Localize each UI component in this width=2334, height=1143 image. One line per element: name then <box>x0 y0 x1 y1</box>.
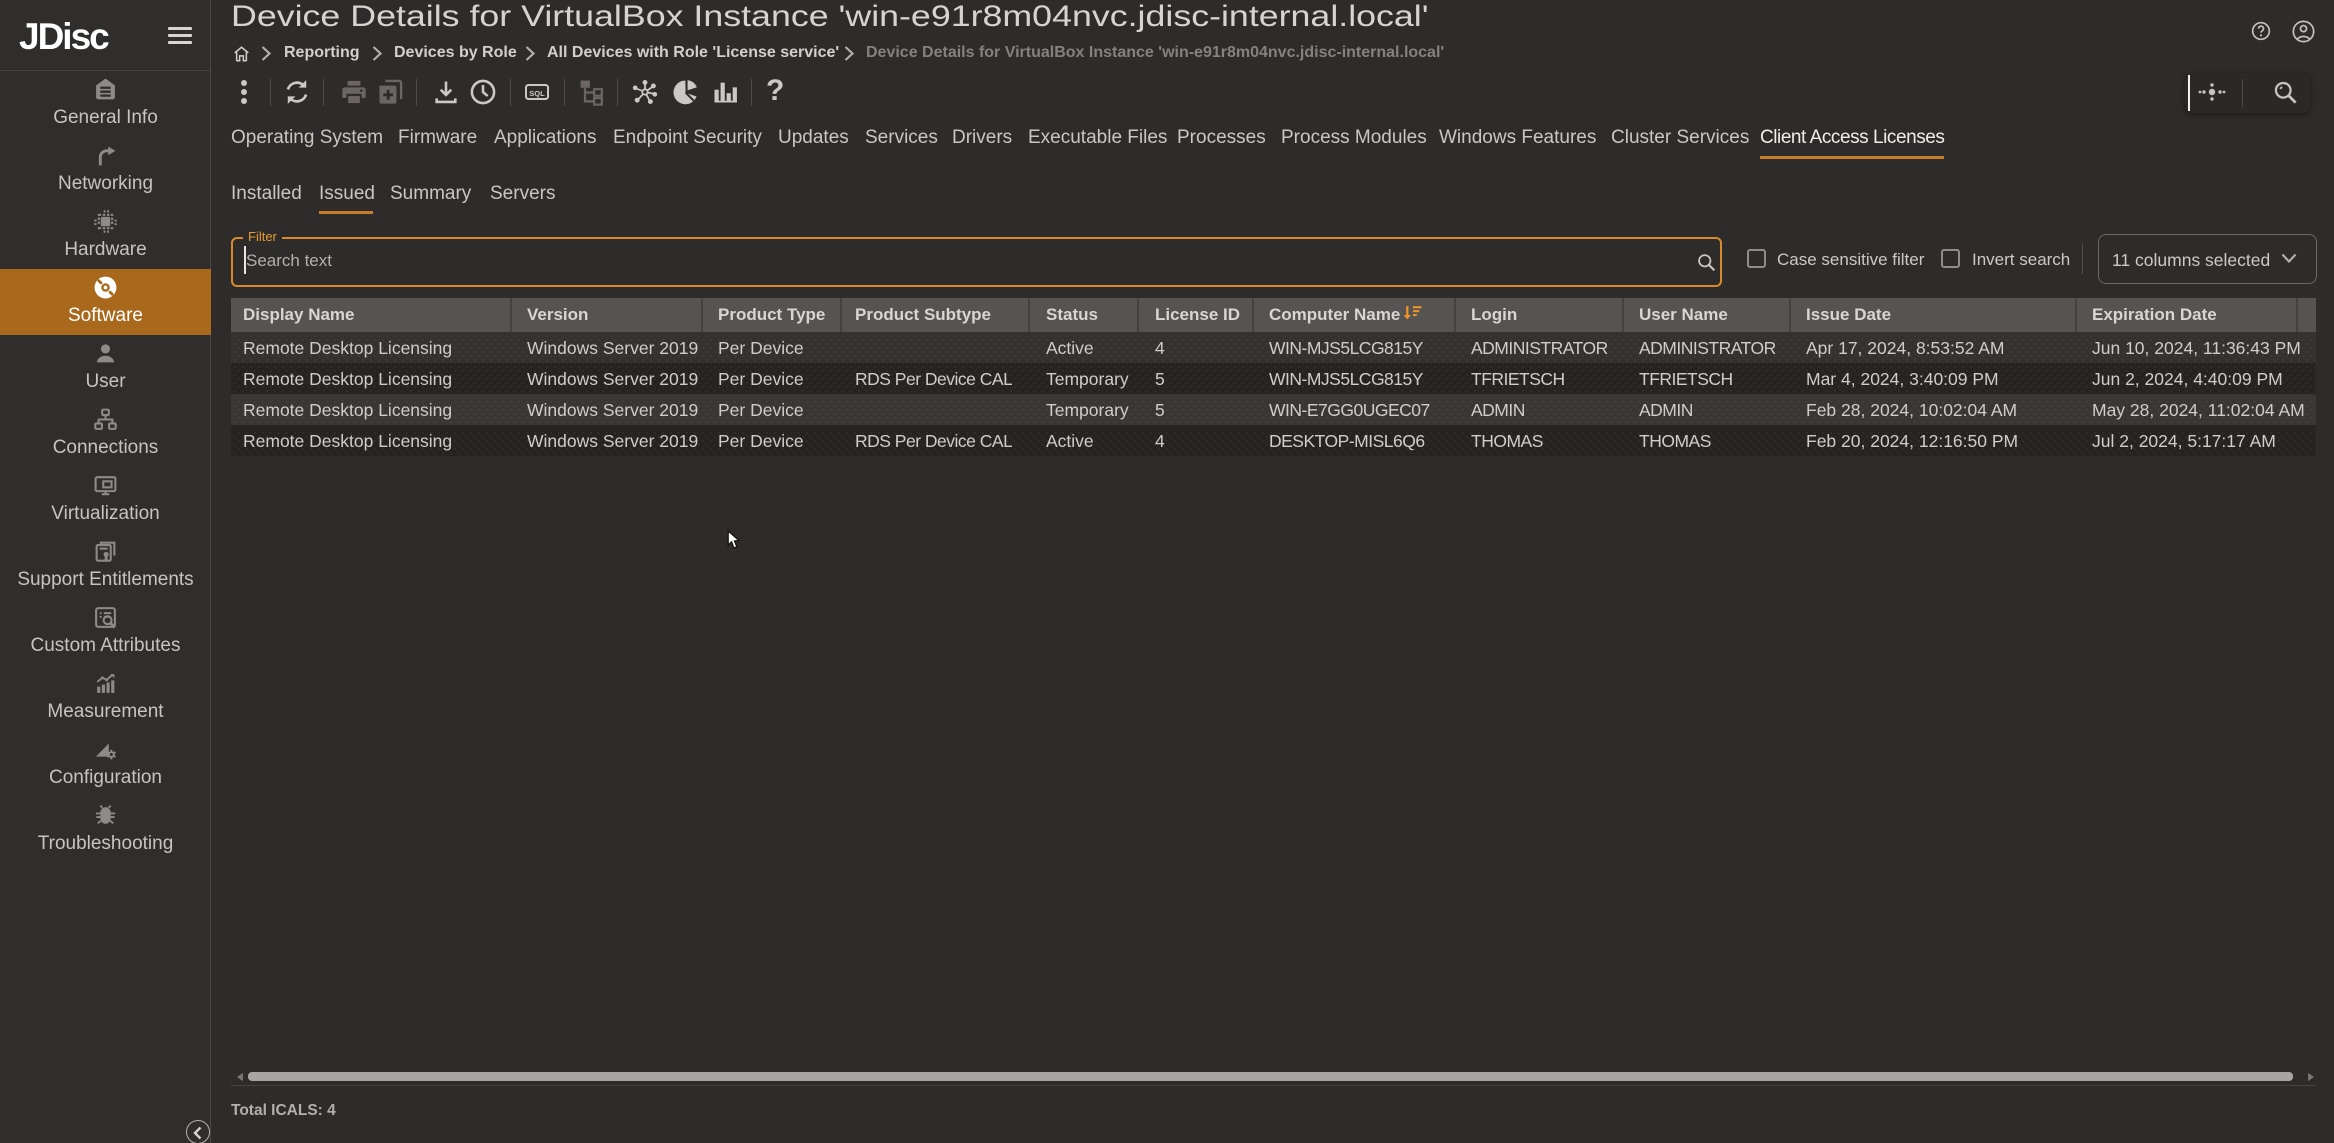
svg-text:SQL: SQL <box>529 89 545 98</box>
